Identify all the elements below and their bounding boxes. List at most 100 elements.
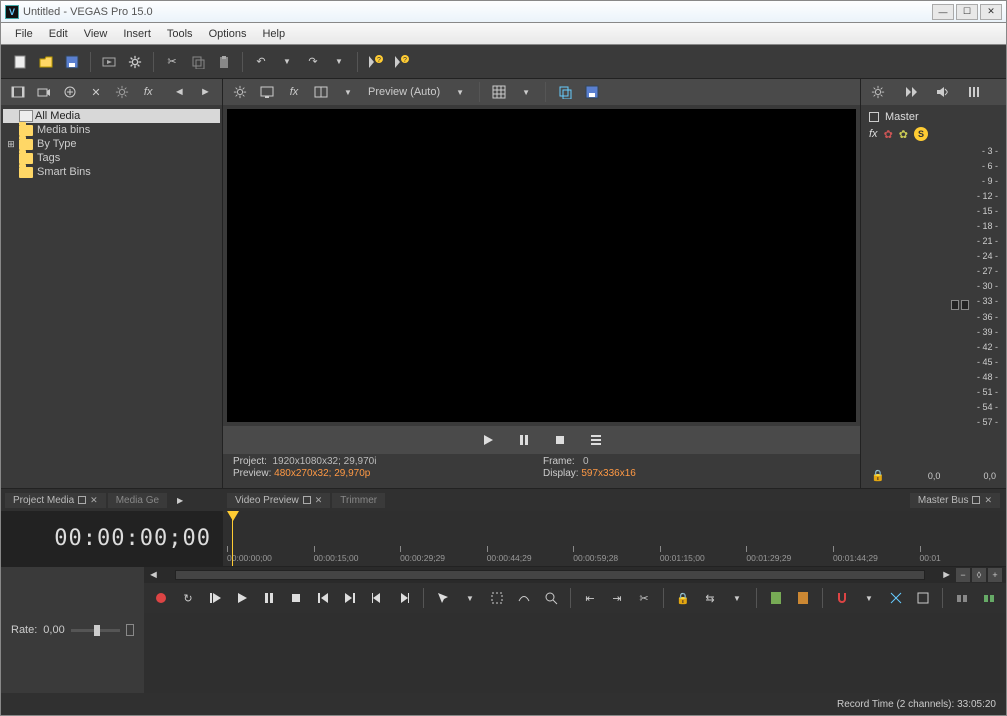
capture-button[interactable] bbox=[33, 81, 54, 103]
preview-loop-button[interactable] bbox=[585, 429, 607, 451]
normal-edit-tool[interactable] bbox=[432, 587, 454, 609]
loop-playback-button[interactable]: ↻ bbox=[177, 587, 199, 609]
save-snapshot-button[interactable] bbox=[581, 81, 603, 103]
render-button[interactable] bbox=[98, 51, 120, 73]
master-mixer-button[interactable] bbox=[963, 81, 985, 103]
copy-snapshot-button[interactable] bbox=[554, 81, 576, 103]
master-properties-button[interactable] bbox=[867, 81, 889, 103]
preview-stop-button[interactable] bbox=[549, 429, 571, 451]
timeline-scrollbar[interactable]: ◄ ► − ◊ + bbox=[144, 567, 1006, 583]
tab-close-icon[interactable]: ✕ bbox=[984, 495, 992, 506]
timeline-ruler[interactable]: 00:00:00;00 00:00:15;00 00:00:29;29 00:0… bbox=[223, 511, 1006, 566]
minimize-button[interactable]: — bbox=[932, 4, 954, 20]
undo-button[interactable]: ↶ bbox=[250, 51, 272, 73]
new-button[interactable] bbox=[9, 51, 31, 73]
tab-scroll-right[interactable]: ▶ bbox=[169, 489, 191, 511]
snap-dropdown[interactable]: ▼ bbox=[858, 587, 880, 609]
copy-button[interactable] bbox=[187, 51, 209, 73]
menu-options[interactable]: Options bbox=[201, 26, 255, 42]
paste-button[interactable] bbox=[213, 51, 235, 73]
tool-dropdown[interactable]: ▼ bbox=[459, 587, 481, 609]
zoom-in-button[interactable]: + bbox=[988, 568, 1002, 582]
snapping-button[interactable] bbox=[831, 587, 853, 609]
master-fx-button[interactable]: fx bbox=[869, 128, 878, 140]
tab-project-media[interactable]: Project Media✕ bbox=[5, 493, 106, 508]
lock-icon[interactable]: 🔒 bbox=[871, 469, 885, 482]
close-button[interactable]: ✕ bbox=[980, 4, 1002, 20]
preview-quality-dropdown2[interactable]: ▼ bbox=[449, 81, 471, 103]
preview-split-button[interactable] bbox=[310, 81, 332, 103]
tab-pin-icon[interactable] bbox=[972, 496, 980, 504]
insert-fx-button[interactable] bbox=[978, 587, 1000, 609]
split-button[interactable]: ✂ bbox=[633, 587, 655, 609]
record-button[interactable] bbox=[150, 587, 172, 609]
next-frame-button[interactable] bbox=[393, 587, 415, 609]
redo-dropdown[interactable]: ▼ bbox=[328, 51, 350, 73]
master-dim-button[interactable] bbox=[931, 81, 953, 103]
master-output-button[interactable] bbox=[899, 81, 921, 103]
expand-icon[interactable]: ⊞ bbox=[5, 139, 17, 150]
timecode-display[interactable]: 00:00:00;00 bbox=[1, 511, 223, 566]
tree-item-all-media[interactable]: All Media bbox=[3, 109, 220, 123]
media-prev-button[interactable]: ◄ bbox=[169, 81, 190, 103]
save-button[interactable] bbox=[61, 51, 83, 73]
overlay-dropdown[interactable]: ▼ bbox=[515, 81, 537, 103]
tab-close-icon[interactable]: ✕ bbox=[90, 495, 98, 506]
tab-master-bus[interactable]: Master Bus✕ bbox=[910, 493, 1000, 508]
tooltip-help-button[interactable]: ? bbox=[365, 51, 387, 73]
open-button[interactable] bbox=[35, 51, 57, 73]
master-fx-cog[interactable]: ✿ bbox=[884, 128, 893, 141]
go-to-start-button[interactable] bbox=[312, 587, 334, 609]
envelope-tool[interactable] bbox=[513, 587, 535, 609]
menu-edit[interactable]: Edit bbox=[41, 26, 76, 42]
preview-external-button[interactable] bbox=[256, 81, 278, 103]
maximize-button[interactable]: ☐ bbox=[956, 4, 978, 20]
auto-crossfade-button[interactable] bbox=[885, 587, 907, 609]
master-surround-button[interactable]: S bbox=[914, 127, 928, 141]
auto-ripple-dropdown[interactable]: ▼ bbox=[726, 587, 748, 609]
menu-help[interactable]: Help bbox=[254, 26, 293, 42]
overlay-button[interactable] bbox=[488, 81, 510, 103]
tree-item-by-type[interactable]: ⊞By Type bbox=[3, 137, 220, 151]
meter-link-icon[interactable] bbox=[951, 300, 969, 310]
preview-fx-button[interactable]: fx bbox=[283, 81, 305, 103]
media-properties-button[interactable] bbox=[112, 81, 133, 103]
tab-close-icon[interactable]: ✕ bbox=[315, 495, 323, 506]
marker-button[interactable] bbox=[765, 587, 787, 609]
quantize-button[interactable] bbox=[912, 587, 934, 609]
menu-file[interactable]: File bbox=[7, 26, 41, 42]
trim-start-button[interactable]: ⇤ bbox=[579, 587, 601, 609]
lock-button[interactable]: 🔒 bbox=[672, 587, 694, 609]
tab-video-preview[interactable]: Video Preview✕ bbox=[227, 493, 330, 508]
zoom-tool[interactable] bbox=[540, 587, 562, 609]
playhead[interactable] bbox=[232, 519, 233, 566]
rate-reset-button[interactable] bbox=[126, 624, 134, 636]
play-from-start-button[interactable] bbox=[204, 587, 226, 609]
menu-view[interactable]: View bbox=[76, 26, 116, 42]
automation-icon[interactable] bbox=[869, 112, 879, 122]
insert-bus-button[interactable] bbox=[951, 587, 973, 609]
import-media-button[interactable] bbox=[7, 81, 28, 103]
properties-button[interactable] bbox=[124, 51, 146, 73]
selection-tool[interactable] bbox=[486, 587, 508, 609]
tree-item-media-bins[interactable]: Media bins bbox=[3, 123, 220, 137]
zoom-out-button[interactable]: − bbox=[956, 568, 970, 582]
redo-button[interactable]: ↷ bbox=[302, 51, 324, 73]
media-play-button[interactable]: ► bbox=[195, 81, 216, 103]
undo-dropdown[interactable]: ▼ bbox=[276, 51, 298, 73]
play-button[interactable] bbox=[231, 587, 253, 609]
pause-button[interactable] bbox=[258, 587, 280, 609]
cut-button[interactable]: ✂ bbox=[161, 51, 183, 73]
menu-tools[interactable]: Tools bbox=[159, 26, 201, 42]
remove-media-button[interactable]: ✕ bbox=[85, 81, 106, 103]
cursor-marker-icon[interactable] bbox=[227, 511, 239, 521]
auto-ripple-button[interactable]: ⇆ bbox=[699, 587, 721, 609]
preview-properties-button[interactable] bbox=[229, 81, 251, 103]
master-fx-cog2[interactable]: ✿ bbox=[899, 128, 908, 141]
tree-item-tags[interactable]: Tags bbox=[3, 151, 220, 165]
rate-slider[interactable] bbox=[71, 629, 120, 632]
preview-play-button[interactable] bbox=[477, 429, 499, 451]
tab-trimmer[interactable]: Trimmer bbox=[332, 493, 385, 508]
preview-pause-button[interactable] bbox=[513, 429, 535, 451]
tab-pin-icon[interactable] bbox=[78, 496, 86, 504]
